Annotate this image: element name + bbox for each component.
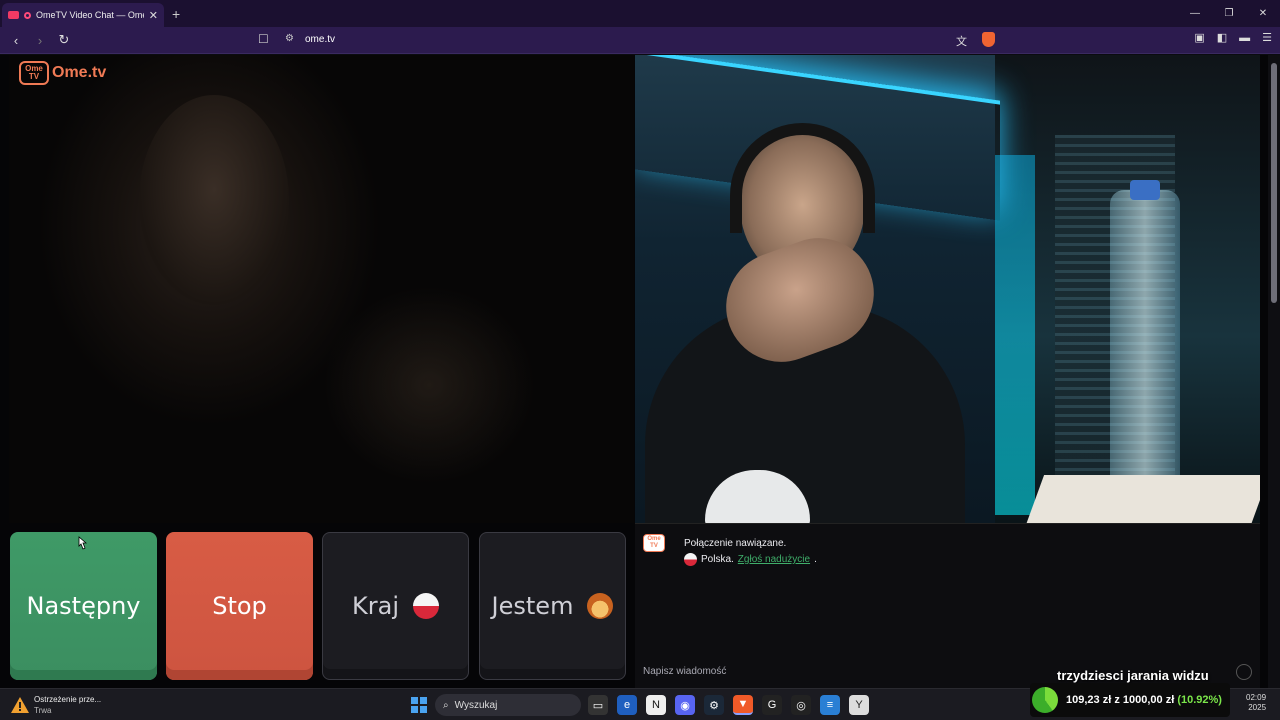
tab-title: OmeTV Video Chat — Omeg [36, 10, 144, 20]
country-button-label: Kraj [352, 592, 399, 620]
male-avatar-icon [587, 593, 614, 619]
chat-panel: Ome TV Połączenie nawiązane. Polska. Zgł… [635, 523, 1260, 688]
bookmark-icon[interactable]: ☐ [258, 32, 269, 46]
site-info-icon[interactable]: ⚙ [285, 33, 294, 44]
donation-goal-widget: 109,23 zł z 1000,00 zł (10.92%) [1030, 683, 1230, 717]
emoji-icon[interactable] [1236, 664, 1252, 680]
back-icon[interactable]: ‹ [8, 32, 24, 48]
browser-toolbar: ‹ › ↻ ☐ ⚙ ome.tv 文 ▣ ◧ ▬ ☰ [0, 27, 1280, 54]
report-suffix: . [814, 554, 817, 565]
toolbar-right: ▣ ◧ ▬ ☰ [1194, 31, 1272, 45]
connected-message: Połączenie nawiązane. [684, 538, 787, 549]
media-icon[interactable]: ▣ [1194, 31, 1204, 44]
brave-icon[interactable]: ▼ [733, 695, 753, 715]
steam-icon[interactable]: ⚙ [704, 695, 724, 715]
browser-tab-ometv[interactable]: OmeTV Video Chat — Omeg ✕ [2, 3, 164, 27]
taskbar-clock[interactable]: 02:09 2025 [1246, 693, 1266, 713]
video-bottle-cap [1130, 180, 1160, 200]
translate-icon[interactable]: 文 [956, 33, 967, 49]
donation-goal: 1000,00 zł [1122, 694, 1175, 706]
donation-amount: 109,23 zł z 1000,00 zł (10.92%) [1066, 694, 1222, 706]
forward-icon[interactable]: › [32, 32, 48, 48]
search-placeholder: Wyszukaj [454, 699, 498, 711]
edge-icon[interactable]: e [617, 695, 637, 715]
app-y-icon[interactable]: Y [849, 695, 869, 715]
mouse-cursor-icon [78, 536, 87, 550]
ometv-logo-text: Ome.tv [52, 64, 107, 81]
minimize-button[interactable]: — [1178, 0, 1212, 27]
clock-time: 02:09 [1246, 693, 1267, 702]
ometv-page: Ome TV Ome.tv Następny Stop Kraj Jestem … [0, 55, 1280, 688]
warning-title: Ostrzeżenie prze... [34, 695, 102, 704]
poland-flag-small-icon [684, 553, 697, 566]
stop-button[interactable]: Stop [166, 532, 313, 680]
donation-progress-icon [1032, 687, 1058, 713]
brave-shields-icon[interactable] [982, 32, 995, 47]
obs-icon[interactable]: ◎ [791, 695, 811, 715]
new-tab-button[interactable]: + [172, 6, 180, 22]
next-button[interactable]: Następny [10, 532, 157, 680]
warning-icon[interactable] [10, 695, 30, 715]
taskbar-search[interactable]: ⌕ Wyszukaj [435, 694, 581, 716]
restore-button[interactable]: ❐ [1212, 0, 1246, 27]
clock-date: 2025 [1248, 703, 1267, 712]
ometv-logo: Ome TV Ome.tv [19, 61, 106, 85]
search-icon: ⌕ [443, 699, 449, 711]
discord-icon[interactable]: ◉ [675, 695, 695, 715]
page-scrollbar[interactable] [1268, 55, 1280, 688]
notepad-icon[interactable]: ≡ [820, 695, 840, 715]
scrollbar-thumb[interactable] [1271, 63, 1277, 303]
tab-close-icon[interactable]: ✕ [149, 9, 158, 22]
video-led-glow [995, 155, 1035, 515]
next-button-label: Następny [26, 592, 141, 620]
country-name: Polska. [701, 554, 734, 565]
stop-button-label: Stop [212, 592, 267, 620]
chat-ometv-icon: Ome TV [643, 534, 665, 552]
windows-start-icon[interactable] [411, 697, 427, 713]
notion-icon[interactable]: N [646, 695, 666, 715]
tab-strip: OmeTV Video Chat — Omeg ✕ + — ❐ ✕ [0, 0, 1280, 27]
close-window-button[interactable]: ✕ [1246, 0, 1280, 27]
recording-icon [24, 11, 31, 19]
donation-current: 109,23 zł [1066, 694, 1112, 706]
taskbar-apps: ▭ e N ◉ ⚙ ▼ G ◎ ≡ Y [588, 695, 869, 715]
gender-button-label: Jestem [491, 592, 574, 620]
video-bottle [1110, 190, 1180, 490]
country-message: Polska. Zgłoś nadużycie. [684, 553, 817, 566]
logitech-icon[interactable]: G [762, 695, 782, 715]
video-keyboard [1025, 475, 1260, 523]
gender-button[interactable]: Jestem [479, 532, 626, 680]
address-bar[interactable]: ome.tv [305, 34, 335, 45]
wallet-icon[interactable]: ▬ [1239, 32, 1250, 44]
poland-flag-icon [412, 593, 439, 619]
donation-separator: z [1114, 694, 1120, 706]
reload-icon[interactable]: ↻ [56, 32, 72, 48]
stranger-face [139, 95, 289, 305]
ometv-favicon-icon [8, 11, 19, 19]
ometv-tv-icon: Ome TV [19, 61, 49, 85]
country-button[interactable]: Kraj [322, 532, 469, 680]
stranger-video: Ome TV Ome.tv [9, 55, 634, 523]
stream-overlay-title: trzydziesci jarania widzu [1057, 668, 1209, 683]
donation-percent: (10.92%) [1177, 694, 1222, 706]
sidebar-icon[interactable]: ◧ [1217, 31, 1227, 44]
terminal-icon[interactable]: ▭ [588, 695, 608, 715]
report-abuse-link[interactable]: Zgłoś nadużycie [738, 554, 810, 565]
menu-icon[interactable]: ☰ [1262, 31, 1272, 44]
warning-subtitle: Trwa [34, 706, 52, 715]
self-video [635, 55, 1260, 523]
window-controls: — ❐ ✕ [1178, 0, 1280, 27]
navigation-buttons: ‹ › ↻ [8, 32, 72, 48]
